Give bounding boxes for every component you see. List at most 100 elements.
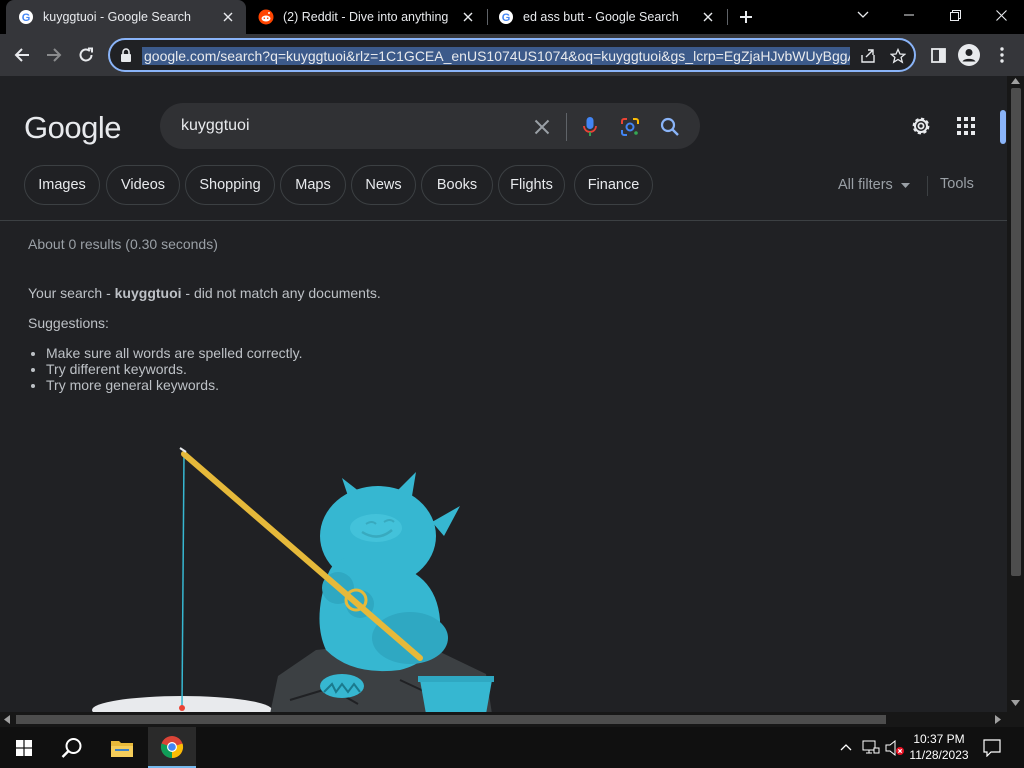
vertical-scrollbar[interactable] <box>1007 76 1024 712</box>
share-icon[interactable] <box>858 46 878 66</box>
scroll-down-arrow-icon[interactable] <box>1011 700 1020 706</box>
google-icon: G <box>499 10 513 24</box>
suggestion-item: Try more general keywords. <box>46 377 303 393</box>
chip-books[interactable]: Books <box>421 165 493 205</box>
browser-toolbar: google.com/search?q=kuyggtuoi&rlz=1C1GCE… <box>0 34 1024 76</box>
lock-icon[interactable] <box>120 48 132 62</box>
search-input[interactable]: kuyggtuoi <box>181 117 250 135</box>
page-content: Google kuyggtuoi Images Videos Shopping <box>0 76 1007 712</box>
vertical-scroll-thumb[interactable] <box>1011 88 1021 576</box>
suggestions-title: Suggestions: <box>28 315 109 331</box>
tab-ed-search[interactable]: G ed ass butt - Google Search <box>486 0 726 34</box>
file-explorer-button[interactable] <box>98 727 146 768</box>
chip-shopping[interactable]: Shopping <box>185 165 275 205</box>
forward-button[interactable] <box>38 39 70 71</box>
close-tab-icon[interactable] <box>458 7 478 27</box>
chrome-icon <box>160 735 184 758</box>
clear-icon[interactable] <box>530 115 554 139</box>
notifications-icon[interactable] <box>983 739 1001 757</box>
taskbar-search-button[interactable] <box>48 727 96 768</box>
minimize-button[interactable] <box>886 0 932 30</box>
restore-icon <box>949 9 961 21</box>
microphone-icon[interactable] <box>578 115 602 139</box>
bobber <box>179 705 185 711</box>
chip-videos[interactable]: Videos <box>106 165 180 205</box>
folder-icon <box>111 740 133 757</box>
avatar-icon <box>958 44 980 66</box>
side-panel-button[interactable] <box>922 39 954 71</box>
result-stats: About 0 results (0.30 seconds) <box>28 236 218 252</box>
clock-time: 10:37 PM <box>913 732 965 746</box>
bookmark-star-icon[interactable] <box>888 46 908 66</box>
tab-kuyggtuoi[interactable]: G kuyggtuoi - Google Search <box>6 0 246 34</box>
scroll-position-marker <box>1000 110 1006 144</box>
header-divider <box>0 220 1007 221</box>
address-bar[interactable]: google.com/search?q=kuyggtuoi&rlz=1C1GCE… <box>108 38 916 72</box>
tab-title: (2) Reddit - Dive into anything <box>283 10 449 24</box>
gear-icon[interactable] <box>909 114 933 138</box>
suggestion-item: Make sure all words are spelled correctl… <box>46 345 303 361</box>
caret-down-icon <box>900 182 910 188</box>
clock-date: 11/28/2023 <box>909 748 969 762</box>
tab-title: ed ass butt - Google Search <box>523 10 679 24</box>
no-match-after: - did not match any documents. <box>181 285 381 301</box>
close-window-button[interactable] <box>978 0 1024 30</box>
tab-reddit[interactable]: (2) Reddit - Dive into anything <box>246 0 486 34</box>
horizontal-scroll-thumb[interactable] <box>16 715 886 724</box>
windows-logo-icon <box>16 739 32 756</box>
chip-flights[interactable]: Flights <box>498 165 565 205</box>
suggestions-list: Make sure all words are spelled correctl… <box>46 345 303 393</box>
show-hidden-icons-chevron-icon[interactable] <box>840 743 852 751</box>
tools-button[interactable]: Tools <box>940 176 974 192</box>
close-tab-icon[interactable] <box>698 7 718 27</box>
chip-news[interactable]: News <box>351 165 416 205</box>
chip-images[interactable]: Images <box>24 165 100 205</box>
no-match-query: kuyggtuoi <box>114 285 182 301</box>
restore-button[interactable] <box>932 0 978 30</box>
new-tab-button[interactable] <box>726 2 766 32</box>
scroll-up-arrow-icon[interactable] <box>1011 78 1020 84</box>
all-filters-button[interactable]: All filters <box>838 177 910 193</box>
scrollbar-corner <box>1007 712 1024 727</box>
start-button[interactable] <box>0 727 48 768</box>
scroll-right-arrow-icon[interactable] <box>995 715 1001 724</box>
filters-separator <box>927 176 928 196</box>
back-button[interactable] <box>6 39 38 71</box>
chip-maps[interactable]: Maps <box>280 165 346 205</box>
minimize-icon <box>904 14 914 16</box>
scroll-left-arrow-icon[interactable] <box>4 715 10 724</box>
chevron-down-icon <box>857 11 869 18</box>
chrome-taskbar-button[interactable] <box>148 727 196 768</box>
close-icon <box>995 9 1007 21</box>
horizontal-scrollbar[interactable] <box>0 712 1007 727</box>
tab-search-button[interactable] <box>840 0 886 30</box>
close-tab-icon[interactable] <box>218 7 238 27</box>
reddit-icon <box>258 9 274 25</box>
windows-taskbar: 10:37 PM 11/28/2023 <box>0 727 1024 768</box>
all-filters-label: All filters <box>838 177 893 193</box>
volume-muted-icon[interactable] <box>885 740 905 756</box>
bucket <box>420 680 492 712</box>
fishing-line <box>181 453 185 707</box>
google-icon: G <box>19 10 33 24</box>
search-box[interactable]: kuyggtuoi <box>160 103 700 149</box>
google-lens-icon[interactable] <box>618 115 642 139</box>
search-icon[interactable] <box>658 115 682 139</box>
plus-icon <box>740 11 752 23</box>
google-logo[interactable]: Google <box>24 110 121 146</box>
kebab-menu-icon <box>1000 47 1004 63</box>
apps-grid-icon[interactable] <box>956 116 976 136</box>
arrow-right-icon <box>47 48 62 62</box>
profile-button[interactable] <box>953 39 985 71</box>
reload-button[interactable] <box>70 39 102 71</box>
chip-finance[interactable]: Finance <box>574 165 653 205</box>
url-text[interactable]: google.com/search?q=kuyggtuoi&rlz=1C1GCE… <box>142 47 850 65</box>
chrome-menu-button[interactable] <box>986 39 1018 71</box>
search-icon <box>61 737 82 758</box>
no-match-message: Your search - kuyggtuoi - did not match … <box>28 285 381 301</box>
taskbar-clock[interactable]: 10:37 PM 11/28/2023 <box>904 731 974 763</box>
network-icon[interactable] <box>862 740 880 756</box>
no-match-before: Your search - <box>28 285 115 301</box>
search-divider <box>566 113 567 141</box>
fishing-mascot-illustration <box>92 447 494 712</box>
